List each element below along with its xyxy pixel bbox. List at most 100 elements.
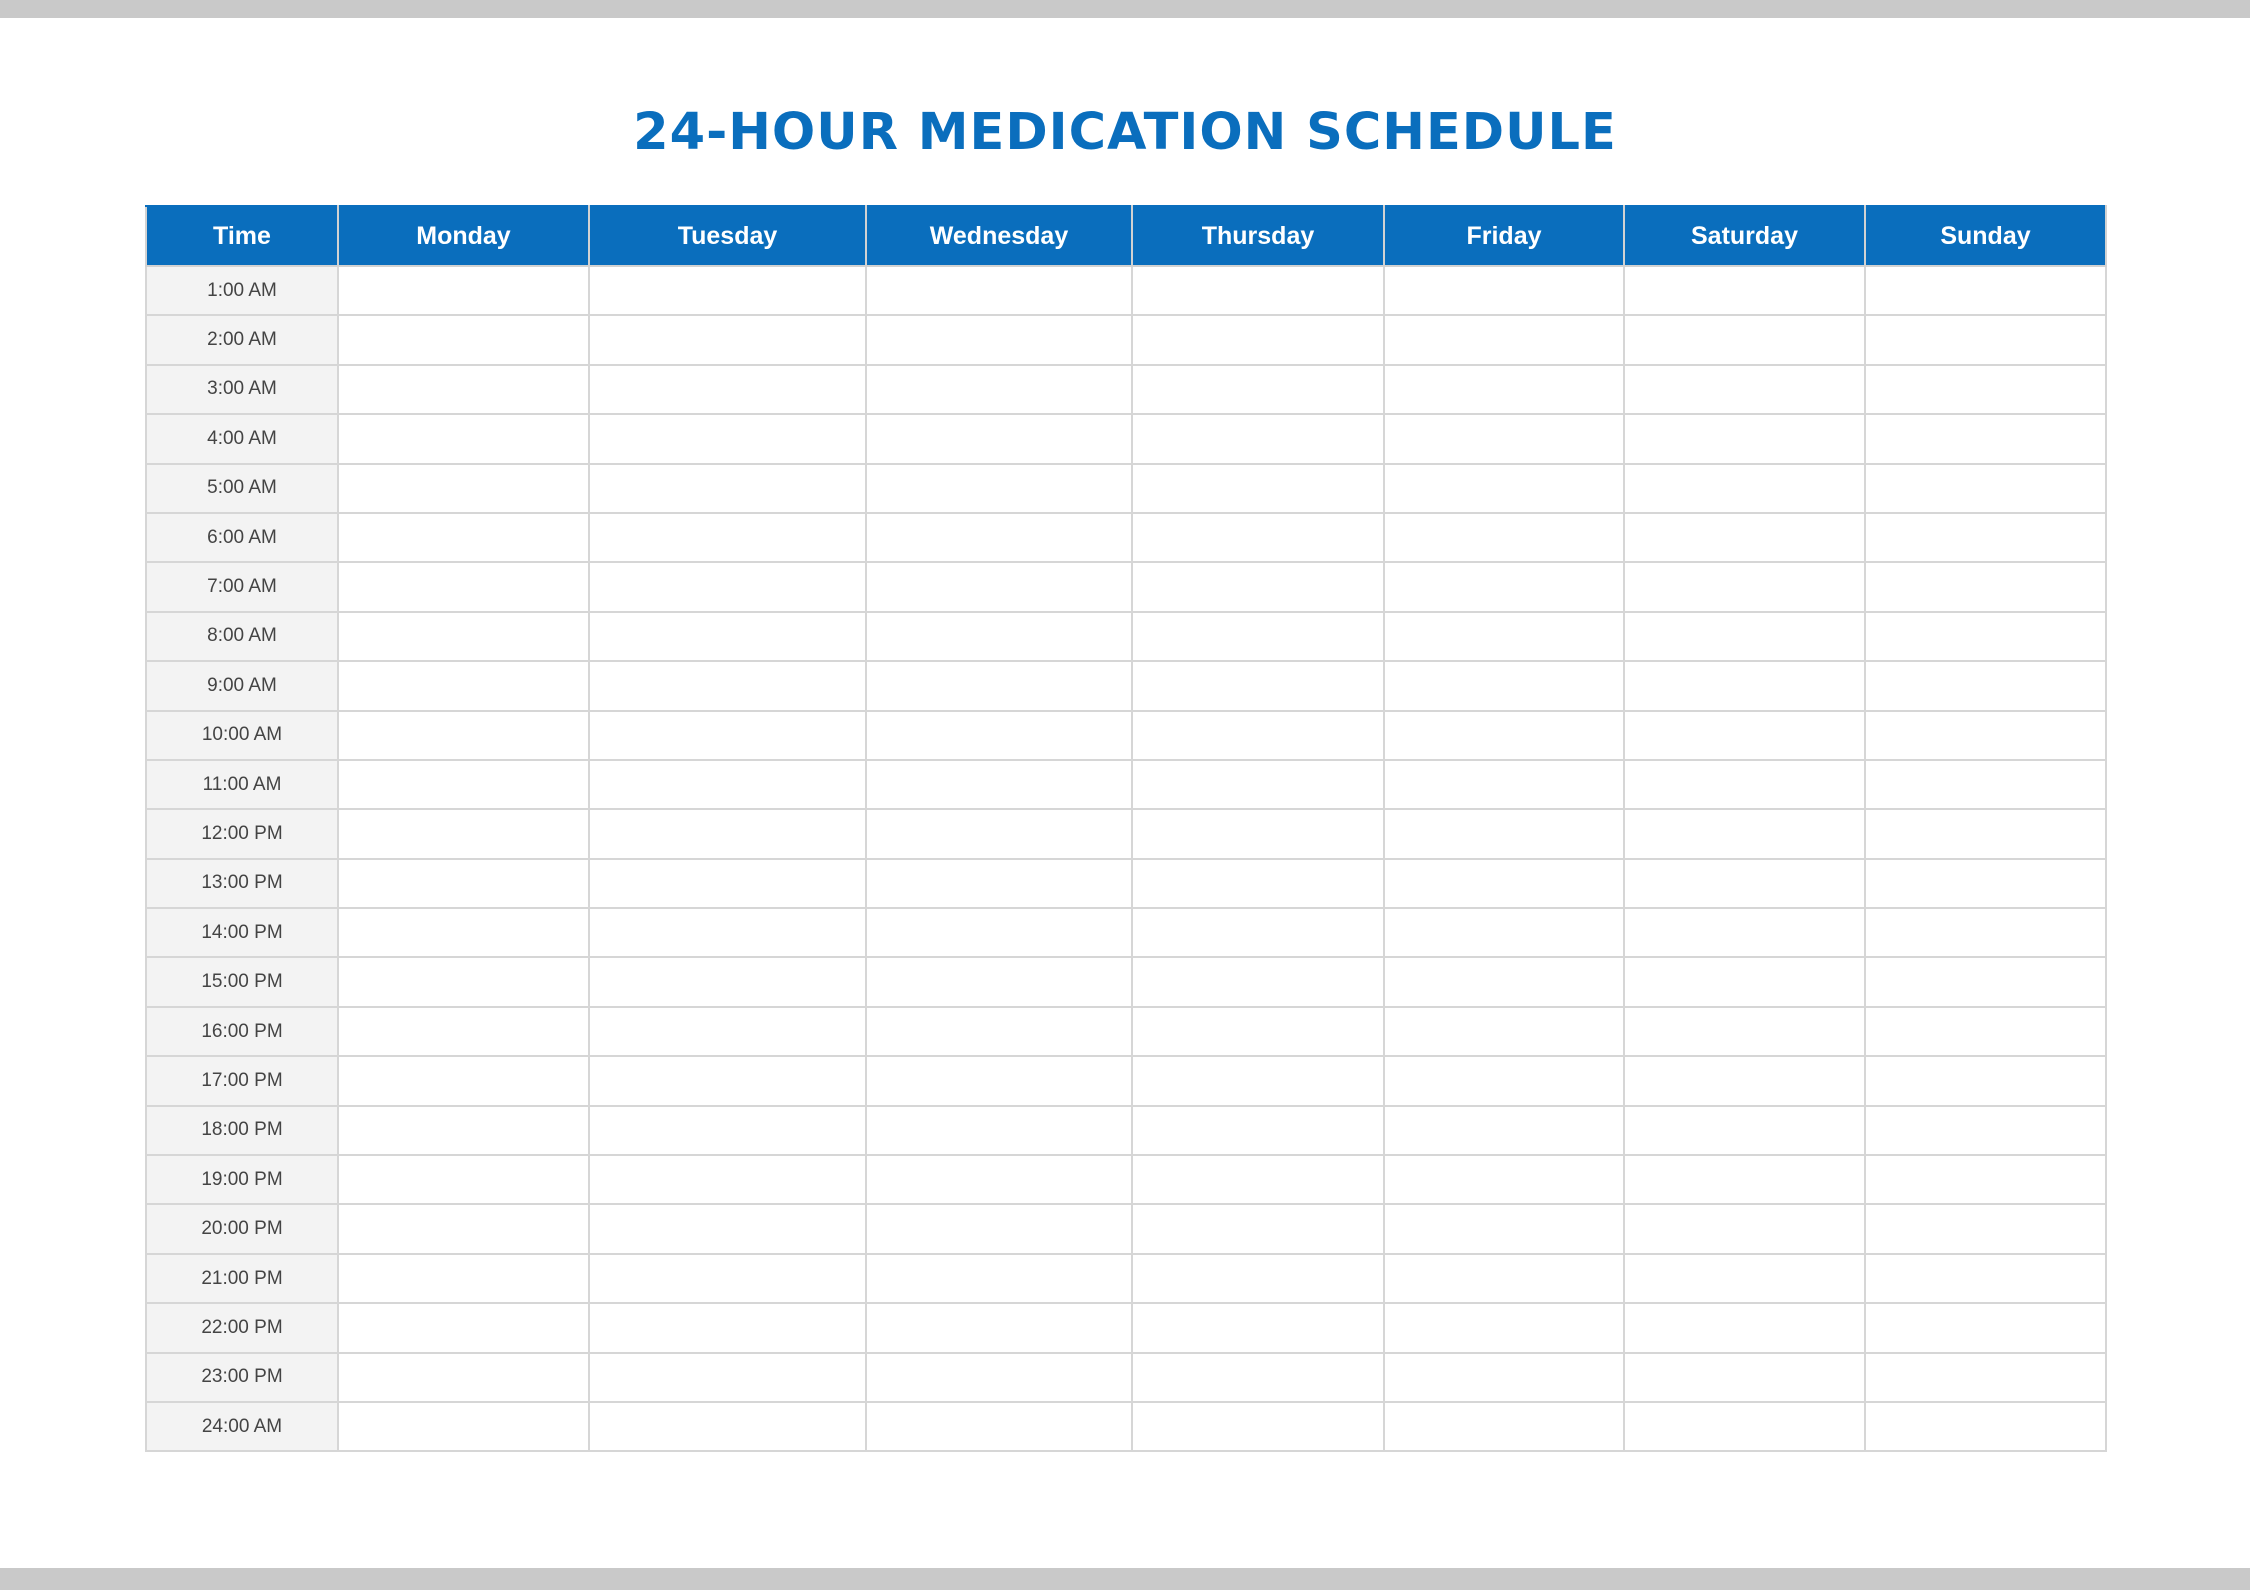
schedule-cell-wednesday[interactable] <box>865 264 1133 317</box>
schedule-cell-thursday[interactable] <box>1131 1400 1385 1453</box>
schedule-cell-wednesday[interactable] <box>865 511 1133 564</box>
schedule-cell-friday[interactable] <box>1383 956 1625 1008</box>
schedule-cell-thursday[interactable] <box>1131 1055 1385 1107</box>
schedule-cell-wednesday[interactable] <box>865 1104 1133 1157</box>
schedule-cell-sunday[interactable] <box>1864 1055 2107 1107</box>
schedule-cell-wednesday[interactable] <box>865 758 1133 811</box>
schedule-cell-thursday[interactable] <box>1131 907 1385 959</box>
schedule-cell-saturday[interactable] <box>1623 561 1866 613</box>
schedule-cell-thursday[interactable] <box>1131 363 1385 416</box>
schedule-cell-sunday[interactable] <box>1864 1203 2107 1255</box>
schedule-cell-thursday[interactable] <box>1131 1351 1385 1403</box>
schedule-cell-wednesday[interactable] <box>865 857 1133 910</box>
schedule-cell-sunday[interactable] <box>1864 660 2107 712</box>
schedule-cell-friday[interactable] <box>1383 660 1625 712</box>
schedule-cell-thursday[interactable] <box>1131 1203 1385 1255</box>
schedule-cell-tuesday[interactable] <box>588 264 867 317</box>
schedule-cell-sunday[interactable] <box>1864 1351 2107 1403</box>
schedule-cell-tuesday[interactable] <box>588 610 867 663</box>
schedule-cell-thursday[interactable] <box>1131 413 1385 465</box>
schedule-cell-saturday[interactable] <box>1623 1400 1866 1453</box>
schedule-cell-sunday[interactable] <box>1864 1400 2107 1453</box>
schedule-cell-thursday[interactable] <box>1131 857 1385 910</box>
schedule-cell-saturday[interactable] <box>1623 1252 1866 1305</box>
schedule-cell-wednesday[interactable] <box>865 413 1133 465</box>
schedule-cell-tuesday[interactable] <box>588 1154 867 1206</box>
schedule-cell-wednesday[interactable] <box>865 1400 1133 1453</box>
schedule-cell-wednesday[interactable] <box>865 808 1133 860</box>
schedule-cell-saturday[interactable] <box>1623 857 1866 910</box>
schedule-cell-sunday[interactable] <box>1864 413 2107 465</box>
schedule-cell-monday[interactable] <box>337 511 590 564</box>
schedule-cell-saturday[interactable] <box>1623 1104 1866 1157</box>
schedule-cell-sunday[interactable] <box>1864 1302 2107 1354</box>
schedule-cell-tuesday[interactable] <box>588 857 867 910</box>
schedule-cell-monday[interactable] <box>337 758 590 811</box>
schedule-cell-thursday[interactable] <box>1131 1005 1385 1058</box>
schedule-cell-sunday[interactable] <box>1864 1005 2107 1058</box>
schedule-cell-sunday[interactable] <box>1864 363 2107 416</box>
schedule-cell-saturday[interactable] <box>1623 1351 1866 1403</box>
schedule-cell-thursday[interactable] <box>1131 758 1385 811</box>
schedule-cell-thursday[interactable] <box>1131 610 1385 663</box>
schedule-cell-friday[interactable] <box>1383 1005 1625 1058</box>
schedule-cell-friday[interactable] <box>1383 1154 1625 1206</box>
schedule-cell-monday[interactable] <box>337 462 590 514</box>
schedule-cell-wednesday[interactable] <box>865 1154 1133 1206</box>
schedule-cell-monday[interactable] <box>337 1302 590 1354</box>
schedule-cell-thursday[interactable] <box>1131 1252 1385 1305</box>
schedule-cell-friday[interactable] <box>1383 413 1625 465</box>
schedule-cell-saturday[interactable] <box>1623 264 1866 317</box>
schedule-cell-friday[interactable] <box>1383 511 1625 564</box>
schedule-cell-sunday[interactable] <box>1864 610 2107 663</box>
schedule-cell-friday[interactable] <box>1383 264 1625 317</box>
schedule-cell-saturday[interactable] <box>1623 511 1866 564</box>
schedule-cell-tuesday[interactable] <box>588 1104 867 1157</box>
schedule-cell-wednesday[interactable] <box>865 462 1133 514</box>
schedule-cell-sunday[interactable] <box>1864 907 2107 959</box>
schedule-cell-wednesday[interactable] <box>865 314 1133 366</box>
schedule-cell-sunday[interactable] <box>1864 808 2107 860</box>
schedule-cell-wednesday[interactable] <box>865 709 1133 761</box>
schedule-cell-sunday[interactable] <box>1864 758 2107 811</box>
schedule-cell-tuesday[interactable] <box>588 660 867 712</box>
schedule-cell-monday[interactable] <box>337 1055 590 1107</box>
schedule-cell-saturday[interactable] <box>1623 413 1866 465</box>
schedule-cell-friday[interactable] <box>1383 907 1625 959</box>
schedule-cell-friday[interactable] <box>1383 1055 1625 1107</box>
schedule-cell-saturday[interactable] <box>1623 758 1866 811</box>
schedule-cell-wednesday[interactable] <box>865 1203 1133 1255</box>
schedule-cell-wednesday[interactable] <box>865 956 1133 1008</box>
schedule-cell-monday[interactable] <box>337 1400 590 1453</box>
schedule-cell-wednesday[interactable] <box>865 1005 1133 1058</box>
schedule-cell-monday[interactable] <box>337 264 590 317</box>
schedule-cell-tuesday[interactable] <box>588 956 867 1008</box>
schedule-cell-sunday[interactable] <box>1864 314 2107 366</box>
schedule-cell-tuesday[interactable] <box>588 1302 867 1354</box>
schedule-cell-sunday[interactable] <box>1864 857 2107 910</box>
schedule-cell-monday[interactable] <box>337 857 590 910</box>
schedule-cell-sunday[interactable] <box>1864 956 2107 1008</box>
schedule-cell-tuesday[interactable] <box>588 363 867 416</box>
schedule-cell-friday[interactable] <box>1383 462 1625 514</box>
schedule-cell-saturday[interactable] <box>1623 1203 1866 1255</box>
schedule-cell-saturday[interactable] <box>1623 363 1866 416</box>
schedule-cell-tuesday[interactable] <box>588 907 867 959</box>
schedule-cell-thursday[interactable] <box>1131 561 1385 613</box>
schedule-cell-wednesday[interactable] <box>865 363 1133 416</box>
schedule-cell-monday[interactable] <box>337 1252 590 1305</box>
schedule-cell-wednesday[interactable] <box>865 610 1133 663</box>
schedule-cell-saturday[interactable] <box>1623 1302 1866 1354</box>
schedule-cell-monday[interactable] <box>337 1005 590 1058</box>
schedule-cell-monday[interactable] <box>337 610 590 663</box>
schedule-cell-thursday[interactable] <box>1131 956 1385 1008</box>
schedule-cell-tuesday[interactable] <box>588 1203 867 1255</box>
schedule-cell-tuesday[interactable] <box>588 511 867 564</box>
schedule-cell-monday[interactable] <box>337 1351 590 1403</box>
schedule-cell-monday[interactable] <box>337 709 590 761</box>
schedule-cell-thursday[interactable] <box>1131 314 1385 366</box>
schedule-cell-thursday[interactable] <box>1131 660 1385 712</box>
schedule-cell-monday[interactable] <box>337 1203 590 1255</box>
schedule-cell-tuesday[interactable] <box>588 462 867 514</box>
schedule-cell-friday[interactable] <box>1383 1104 1625 1157</box>
